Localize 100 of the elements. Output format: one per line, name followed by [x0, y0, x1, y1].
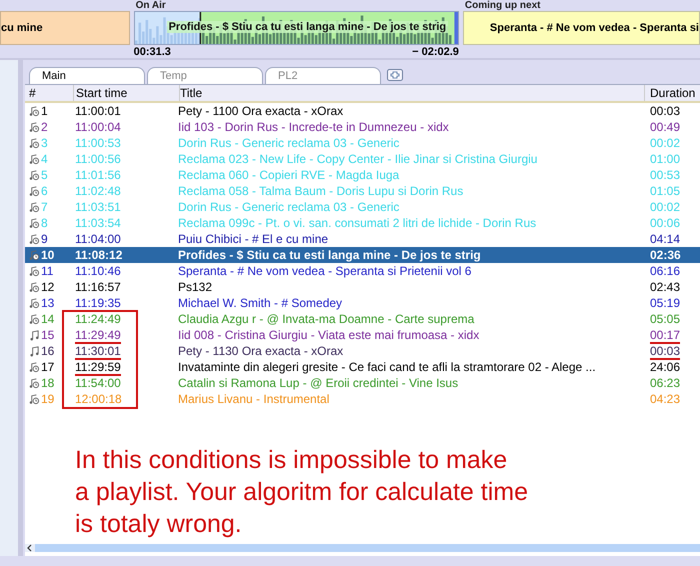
row-number: 11 [41, 263, 54, 279]
row-number: 15 [41, 327, 54, 343]
start-time: 11:54:00 [75, 376, 121, 390]
note-clock-icon [29, 170, 40, 180]
row-number: 13 [41, 295, 54, 311]
start-time: 11:19:35 [75, 296, 121, 310]
note-clock-icon [29, 138, 40, 148]
note-clock-icon [29, 202, 40, 212]
start-time: 11:00:01 [75, 104, 121, 118]
row-number: 4 [41, 151, 48, 167]
note-clock-icon [29, 394, 40, 404]
playlist-row[interactable]: 12 11:16:57 Ps132 02:43 [25, 279, 700, 295]
note-clock-icon [29, 378, 40, 388]
row-number: 10 [41, 247, 54, 263]
duration: 06:23 [650, 376, 680, 390]
note-clock-icon [29, 234, 40, 244]
playlist-row[interactable]: 1 11:00:01 Pety - 1100 Ora exacta - xOrax 00:03 [25, 103, 700, 119]
start-time: 11:00:56 [75, 152, 121, 166]
note-clock-icon [29, 218, 40, 228]
row-number: 19 [41, 391, 54, 407]
elapsed-time: 00:31.3 [134, 45, 171, 59]
duration: 05:19 [650, 296, 680, 310]
coming-up-label: Coming up next [464, 0, 542, 11]
column-header[interactable]: Start time [73, 85, 179, 101]
duration: 02:36 [650, 248, 681, 262]
start-time: 11:03:54 [75, 216, 121, 230]
start-time: 11:04:00 [75, 232, 121, 246]
previous-track-title: cu mine [1, 22, 43, 34]
track-title: Claudia Azgu r - @ Invata-ma Doamne - Carte suprema [178, 311, 476, 327]
playlist-row[interactable]: 17 11:29:59 Invataminte din alegeri gresite - Ce faci cand te afli la stramtorare 02 - Alege ... 24:06 [25, 359, 700, 375]
duration: 00:03 [650, 344, 680, 360]
note-clock-icon [29, 122, 40, 132]
playlist-row[interactable]: 18 11:54:00 Catalin si Ramona Lup - @ Eroii credintei - Vine Isus 06:23 [25, 375, 700, 391]
note-clock-icon [29, 298, 40, 308]
note-clock-icon [29, 154, 40, 164]
note-clock-icon [29, 106, 40, 116]
playlist-tab[interactable]: Temp [147, 67, 263, 84]
duration: 00:06 [650, 216, 680, 230]
duration: 00:49 [650, 120, 680, 134]
track-title: Catalin si Ramona Lup - @ Eroii credintei - Vine Isus [178, 375, 460, 391]
playlist-tab[interactable]: PL2 [265, 67, 381, 84]
start-time: 11:01:56 [75, 168, 121, 182]
on-air-label: On Air [134, 0, 167, 11]
track-title: Speranta - # Ne vom vedea - Speranta si Prietenii vol 6 [178, 263, 472, 279]
playlist-row[interactable]: 16 11:30:01 Pety - 1130 Ora exacta - xOrax 00:03 [25, 343, 700, 359]
note-clock-icon [29, 250, 40, 260]
duration: 02:43 [650, 280, 680, 294]
track-title: Reclama 058 - Talma Baum - Doris Lupu si Dorin Rus [178, 183, 464, 199]
playlist-row[interactable]: 15 11:29:49 Iid 008 - Cristina Giurgiu - Viata este mai frumoasa - xidx 00:17 [25, 327, 700, 343]
start-time: 11:10:46 [75, 264, 121, 278]
duration: 00:17 [650, 328, 680, 344]
track-title: Marius Livanu - Instrumental [178, 391, 330, 407]
row-number: 2 [41, 119, 48, 135]
playlist-row[interactable]: 11 11:10:46 Speranta - # Ne vom vedea - Speranta si Prietenii vol 6 06:16 [25, 263, 700, 279]
track-title: Iid 008 - Cristina Giurgiu - Viata este mai frumoasa - xidx [178, 327, 480, 343]
playlist-row[interactable]: 13 11:19:35 Michael W. Smith - # Somedey 05:19 [25, 295, 700, 311]
duration: 24:06 [650, 360, 680, 374]
duration: 05:05 [650, 312, 680, 326]
start-time: 11:29:49 [75, 328, 121, 344]
playlist-tab[interactable]: Main [29, 67, 145, 84]
playlist-row[interactable]: 9 11:04:00 Puiu Chibici - # El e cu mine 04:14 [25, 231, 700, 247]
horizontal-scrollbar[interactable] [25, 544, 700, 552]
track-title: Reclama 099c - Pt. o vi. san. consumati 2 litri de lichide - Dorin Rus [178, 215, 538, 231]
note-clock-icon [29, 362, 40, 372]
duration: 00:02 [650, 136, 680, 150]
note-clock-icon [29, 266, 40, 276]
start-time: 11:24:49 [75, 312, 121, 326]
track-title: Invataminte din alegeri gresite - Ce faci cand te afli la stramtorare 02 - Alege ... [178, 359, 597, 375]
track-title: Ps132 [178, 279, 214, 295]
row-number: 6 [41, 183, 48, 199]
duration: 04:14 [650, 232, 680, 246]
row-number: 12 [41, 279, 54, 295]
duration: 04:23 [650, 392, 680, 406]
column-header[interactable]: Title [179, 85, 644, 101]
note-clock-icon [29, 314, 40, 324]
start-time: 11:03:51 [75, 200, 121, 214]
playlist-row[interactable]: 2 11:00:04 Iid 103 - Dorin Rus - Increde-te in Dumnezeu - xidx 00:49 [25, 119, 700, 135]
track-title: Pety - 1100 Ora exacta - xOrax [178, 103, 344, 119]
track-title: Puiu Chibici - # El e cu mine [178, 231, 330, 247]
start-time: 12:00:18 [75, 392, 122, 406]
row-number: 8 [41, 215, 48, 231]
duration: 00:02 [650, 200, 680, 214]
start-time: 11:02:48 [75, 184, 121, 198]
duration: 01:05 [650, 184, 680, 198]
start-time: 11:00:04 [75, 120, 121, 134]
track-title: Dorin Rus - Generic reclama 03 - Generic [178, 135, 400, 151]
add-tab-icon[interactable] [387, 69, 403, 81]
duration: 01:00 [650, 152, 680, 166]
track-title: Reclama 060 - Copieri RVE - Magda Iuga [178, 167, 400, 183]
start-time: 11:29:59 [75, 360, 121, 376]
column-header[interactable]: # [25, 85, 73, 101]
duration: 00:03 [650, 104, 680, 118]
column-header[interactable]: Duration [644, 85, 700, 101]
annotation-text: In this conditions is impossible to make a playlist. Your algoritm for calculate time is totaly wrong. [75, 445, 528, 540]
duration: 00:53 [650, 168, 680, 182]
playlist-row[interactable]: 10 11:08:12 Profides - $ Stiu ca tu esti langa mine - De jos te strig 02:36 [25, 247, 700, 263]
playlist-row[interactable]: 14 11:24:49 Claudia Azgu r - @ Invata-ma Doamne - Carte suprema 05:05 [25, 311, 700, 327]
row-number: 17 [41, 359, 54, 375]
track-title: Profides - $ Stiu ca tu esti langa mine - De jos te strig [178, 247, 482, 263]
scroll-left-icon[interactable] [25, 544, 35, 552]
